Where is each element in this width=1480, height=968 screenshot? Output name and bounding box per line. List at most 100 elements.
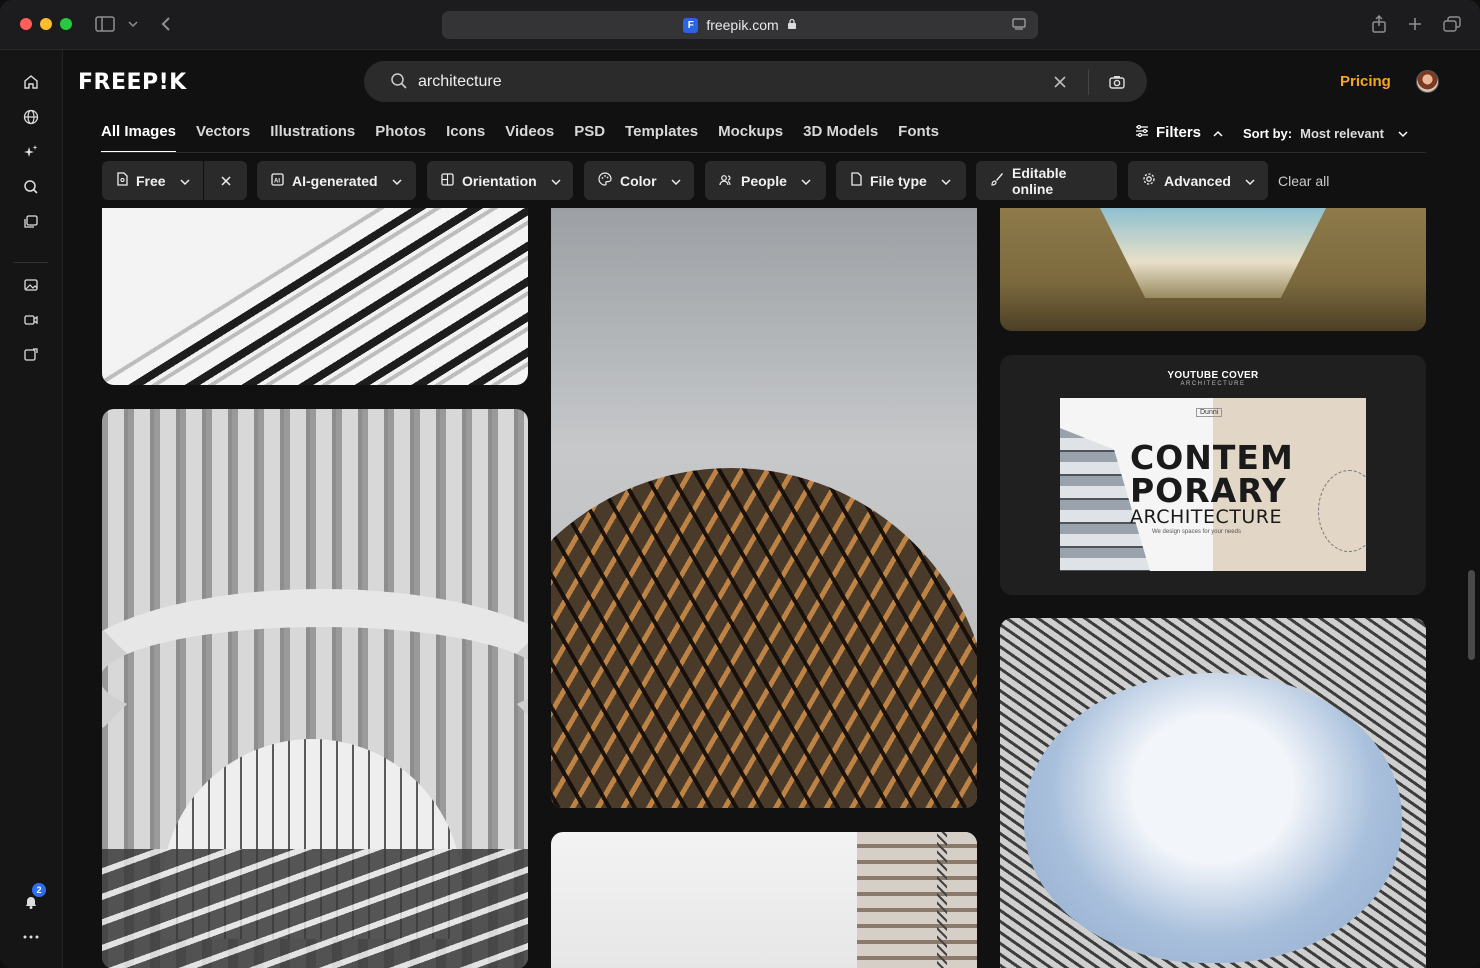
result-image-building-stripes[interactable] <box>102 208 528 385</box>
pricing-link[interactable]: Pricing <box>1340 73 1391 90</box>
tab-all-images[interactable]: All Images <box>101 123 177 153</box>
result-template-youtube-cover[interactable]: YOUTUBE COVER ARCHITECTURE Dunni CONTEM … <box>1000 355 1426 595</box>
template-headline-2: PORARY <box>1130 471 1287 510</box>
collections-icon[interactable] <box>20 211 42 233</box>
editable-online-filter-chip[interactable]: Editable online <box>976 161 1117 200</box>
people-filter-chip[interactable]: People <box>705 161 826 200</box>
bell-icon[interactable]: 2 <box>20 883 46 913</box>
chevron-down-icon <box>801 173 811 189</box>
search-bar <box>364 61 1147 102</box>
ai-icon: AI <box>271 172 284 189</box>
sidebar-divider <box>14 262 48 263</box>
image-detail <box>102 849 528 968</box>
minimize-window-button[interactable] <box>40 18 52 30</box>
video-icon[interactable] <box>20 309 42 331</box>
chevron-down-icon <box>941 173 951 189</box>
result-image-construction-site[interactable] <box>551 832 977 968</box>
image-generator-icon[interactable] <box>20 274 42 296</box>
content-type-tabs: All Images Vectors Illustrations Photos … <box>101 123 959 153</box>
image-detail <box>857 832 977 968</box>
tab-psd[interactable]: PSD <box>574 123 605 153</box>
tab-vectors[interactable]: Vectors <box>196 123 250 153</box>
left-sidebar: 2 <box>0 50 63 968</box>
tab-illustrations[interactable]: Illustrations <box>270 123 355 153</box>
url-text: freepik.com <box>706 17 779 33</box>
free-filter-chip[interactable]: Free <box>102 161 203 200</box>
sliders-icon <box>1135 124 1149 141</box>
tab-fonts[interactable]: Fonts <box>898 123 939 153</box>
license-icon <box>116 172 128 189</box>
lock-icon <box>787 17 797 33</box>
sidebar-toggle-icon[interactable] <box>94 13 116 35</box>
address-bar[interactable]: F freepik.com <box>442 11 1038 39</box>
ai-generated-filter-chip[interactable]: AI AI-generated <box>257 161 416 200</box>
reader-icon[interactable] <box>1012 17 1026 34</box>
tab-overview-icon[interactable] <box>1441 13 1463 35</box>
result-image-museum-interior[interactable] <box>102 409 528 968</box>
search-input[interactable] <box>418 61 1038 102</box>
notification-badge: 2 <box>32 883 46 897</box>
file-type-filter-label: File type <box>870 172 927 189</box>
search-nav-icon[interactable] <box>20 176 42 198</box>
freepik-logo[interactable]: FREEP!K <box>78 70 187 95</box>
advanced-filter-chip[interactable]: Advanced <box>1128 161 1268 200</box>
chevron-down-icon <box>180 173 190 189</box>
color-filter-chip[interactable]: Color <box>584 161 694 200</box>
template-headline-3: ARCHITECTURE <box>1130 506 1283 528</box>
filters-toggle-button[interactable]: Filters <box>1135 124 1223 141</box>
new-tab-icon[interactable] <box>1404 13 1426 35</box>
search-divider <box>1088 69 1089 95</box>
advanced-filter-label: Advanced <box>1164 172 1231 189</box>
file-type-filter-chip[interactable]: File type <box>836 161 966 200</box>
camera-icon[interactable] <box>1106 71 1128 93</box>
main-content: FREEP!K Pricing All Images Vectors Illus… <box>63 50 1480 968</box>
result-image-woven-facade[interactable] <box>1000 618 1426 968</box>
free-filter-label: Free <box>136 172 166 189</box>
sparkle-icon[interactable] <box>20 141 42 163</box>
result-image-spiked-dome[interactable] <box>551 208 977 808</box>
palette-icon <box>598 172 612 189</box>
sort-value: Most relevant <box>1300 126 1384 141</box>
sort-dropdown[interactable]: Sort by: Most relevant <box>1243 126 1408 141</box>
image-detail <box>1024 673 1402 963</box>
tab-3d-models[interactable]: 3D Models <box>803 123 878 153</box>
browser-window: F freepik.com 2 FREEP!K architecture Pri… <box>0 0 1480 968</box>
share-icon[interactable] <box>1368 13 1390 35</box>
template-tagline: We design spaces for your needs <box>1152 529 1241 535</box>
orientation-icon <box>441 172 454 189</box>
ai-generated-filter-label: AI-generated <box>292 172 378 189</box>
tab-photos[interactable]: Photos <box>375 123 426 153</box>
chevron-down-icon <box>1245 173 1255 189</box>
clear-search-icon[interactable] <box>1050 72 1070 92</box>
orientation-filter-label: Orientation <box>462 172 537 189</box>
more-icon[interactable] <box>20 926 42 948</box>
template-title: YOUTUBE COVER <box>1167 370 1259 381</box>
close-window-button[interactable] <box>20 18 32 30</box>
home-icon[interactable] <box>20 71 42 93</box>
template-subtitle: ARCHITECTURE <box>1180 381 1246 387</box>
chevron-down-icon[interactable] <box>122 13 144 35</box>
orientation-filter-chip[interactable]: Orientation <box>427 161 573 200</box>
tab-videos[interactable]: Videos <box>505 123 554 153</box>
brush-icon <box>990 172 1004 189</box>
image-detail <box>551 468 977 808</box>
result-image-courtyard-tower[interactable] <box>1000 208 1426 331</box>
close-icon <box>220 173 231 189</box>
clear-all-filters-link[interactable]: Clear all <box>1278 173 1329 189</box>
chevron-down-icon <box>551 173 561 189</box>
color-filter-label: Color <box>620 172 657 189</box>
chevron-down-icon <box>1398 126 1408 141</box>
browser-toolbar: F freepik.com <box>0 0 1480 50</box>
avatar[interactable] <box>1416 70 1439 93</box>
tab-icons[interactable]: Icons <box>446 123 485 153</box>
tab-mockups[interactable]: Mockups <box>718 123 783 153</box>
scrollbar-thumb[interactable] <box>1468 570 1475 660</box>
tab-templates[interactable]: Templates <box>625 123 698 153</box>
globe-icon[interactable] <box>20 106 42 128</box>
retouch-icon[interactable] <box>20 344 42 366</box>
template-logo: Dunni <box>1196 408 1223 417</box>
back-icon[interactable] <box>155 13 177 35</box>
maximize-window-button[interactable] <box>60 18 72 30</box>
image-detail <box>937 832 947 968</box>
remove-free-filter-button[interactable] <box>204 161 247 200</box>
